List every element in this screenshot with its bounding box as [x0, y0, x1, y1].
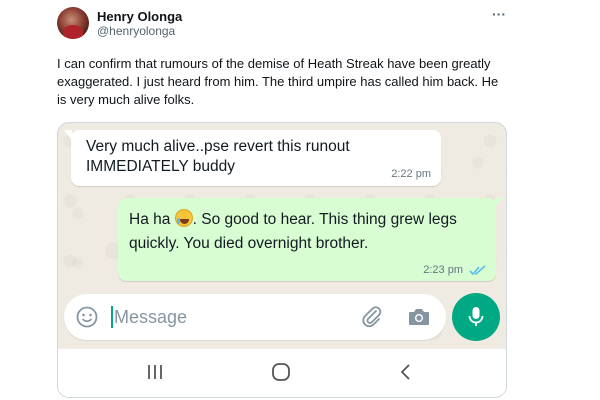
incoming-message-text: Very much alive..pse revert this runout … [86, 138, 350, 175]
author-name[interactable]: Henry Olonga [97, 9, 182, 24]
text-cursor [111, 306, 113, 328]
read-ticks-icon [469, 265, 486, 276]
tweet: Henry Olonga @henryolonga ··· I can conf… [0, 0, 600, 400]
home-icon[interactable] [270, 362, 292, 382]
message-input-placeholder[interactable]: Message [114, 306, 187, 328]
avatar[interactable] [57, 7, 89, 39]
outgoing-message-text: Ha ha . So good to hear. This thing grew… [129, 208, 484, 256]
more-horizontal-icon[interactable]: ··· [492, 6, 506, 22]
tweet-text: I can confirm that rumours of the demise… [57, 56, 499, 107]
microphone-button[interactable] [452, 293, 500, 341]
tweet-media-screenshot[interactable]: Very much alive..pse revert this runout … [57, 122, 507, 398]
outgoing-message-bubble[interactable]: Ha ha . So good to hear. This thing grew… [118, 198, 503, 281]
message-input-bar[interactable]: Message [64, 294, 446, 340]
author-handle[interactable]: @henryolonga [97, 24, 175, 38]
paperclip-icon[interactable] [360, 305, 384, 329]
microphone-icon [468, 307, 484, 326]
camera-icon[interactable] [407, 306, 431, 328]
smiley-icon[interactable] [76, 306, 98, 328]
outgoing-message-time: 2:23 pm [423, 264, 463, 276]
back-icon[interactable] [399, 362, 413, 382]
recent-apps-icon[interactable] [146, 362, 164, 382]
android-navigation-bar [58, 349, 506, 397]
incoming-message-time: 2:22 pm [391, 168, 431, 180]
incoming-message-bubble[interactable]: Very much alive..pse revert this runout … [64, 130, 441, 186]
tears-of-joy-emoji-icon [174, 209, 193, 227]
outgoing-text-part-1: Ha ha [129, 211, 175, 228]
